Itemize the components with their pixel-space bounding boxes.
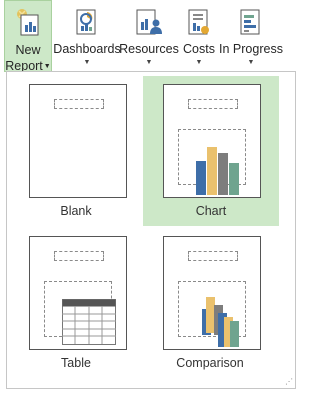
title-placeholder <box>188 99 238 109</box>
resources-icon <box>135 6 163 36</box>
gallery-item-label: Comparison <box>176 356 244 370</box>
new-report-gallery: Blank Chart Table Comparison ⋰ <box>6 71 296 389</box>
gallery-item-label: Table <box>61 356 91 370</box>
dashboards-label: Dashboards <box>53 42 121 56</box>
chevron-down-icon: ▼ <box>195 59 203 66</box>
resources-button[interactable]: Resources ▼ <box>119 0 179 72</box>
report-ribbon: New Report▼ Dashboards ▼ Resources ▼ Cos… <box>0 0 303 74</box>
gallery-item-chart[interactable]: Chart <box>143 76 279 226</box>
resize-grip-icon[interactable]: ⋰ <box>285 377 293 386</box>
table-thumbnail <box>29 236 127 350</box>
comparison-thumbnail <box>163 236 261 350</box>
title-placeholder <box>54 251 104 261</box>
chevron-down-icon: ▼ <box>83 59 91 66</box>
chevron-down-icon: ▼ <box>43 63 51 70</box>
chart-bars-icon <box>196 147 239 195</box>
title-placeholder <box>54 99 104 109</box>
new-report-button[interactable]: New Report▼ <box>4 0 52 73</box>
gallery-item-comparison[interactable]: Comparison <box>147 228 273 378</box>
new-report-icon <box>15 7 41 37</box>
in-progress-icon <box>239 6 263 36</box>
gallery-item-table[interactable]: Table <box>13 228 139 378</box>
costs-button[interactable]: Costs ▼ <box>181 0 217 72</box>
dashboards-icon <box>75 6 99 36</box>
comparison-bars-icon <box>202 297 239 347</box>
chevron-down-icon: ▼ <box>145 59 153 66</box>
in-progress-button[interactable]: In Progress ▼ <box>219 0 283 72</box>
gallery-item-label: Blank <box>60 204 92 218</box>
costs-icon <box>187 6 211 36</box>
dashboards-button[interactable]: Dashboards ▼ <box>53 0 121 72</box>
chevron-down-icon: ▼ <box>247 59 255 66</box>
costs-label: Costs <box>183 42 215 56</box>
resources-label: Resources <box>119 42 179 56</box>
chart-thumbnail <box>163 84 261 198</box>
table-grid-icon <box>62 299 116 345</box>
gallery-item-blank[interactable]: Blank <box>13 76 139 226</box>
blank-thumbnail <box>29 84 127 198</box>
in-progress-label: In Progress <box>219 42 283 56</box>
new-report-label-line1: New <box>15 43 41 57</box>
title-placeholder <box>188 251 238 261</box>
gallery-item-label: Chart <box>195 204 227 218</box>
